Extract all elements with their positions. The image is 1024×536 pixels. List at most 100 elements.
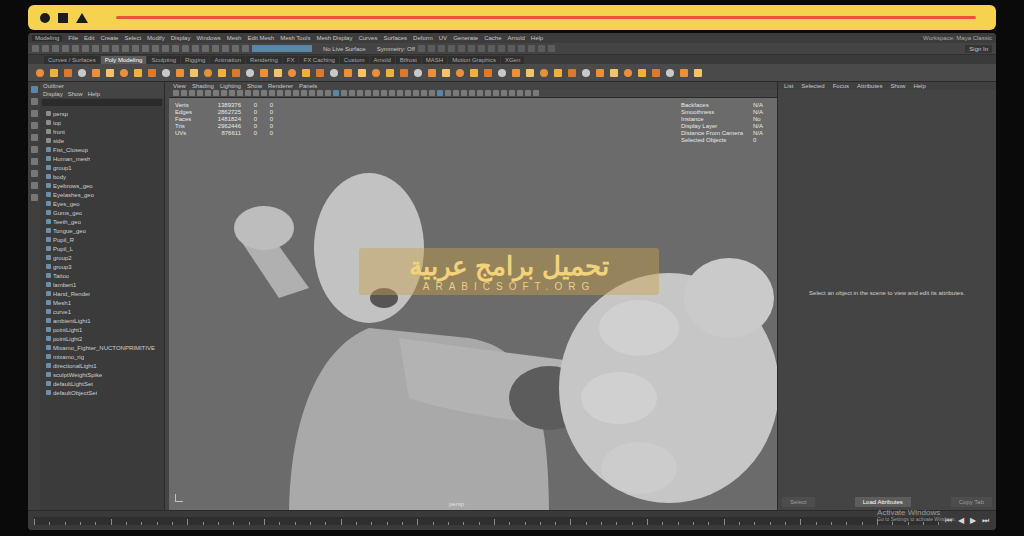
- shelf-tool-icon[interactable]: [386, 69, 394, 77]
- outliner-item[interactable]: body: [53, 174, 66, 180]
- outliner-row[interactable]: Gums_geo: [40, 208, 164, 217]
- tool-icon[interactable]: [31, 134, 38, 141]
- outliner-row[interactable]: Teeth_geo: [40, 217, 164, 226]
- shelf-tool-icon[interactable]: [190, 69, 198, 77]
- outliner-row[interactable]: persp: [40, 109, 164, 118]
- tool-icon[interactable]: [152, 45, 159, 52]
- shelf-tool-icon[interactable]: [134, 69, 142, 77]
- shelf-tool-icon[interactable]: [274, 69, 282, 77]
- shelf-tool-icon[interactable]: [358, 69, 366, 77]
- shelf-tool-icon[interactable]: [470, 69, 478, 77]
- shelf-tool-icon[interactable]: [204, 69, 212, 77]
- view-tool-icon[interactable]: [197, 90, 203, 96]
- shelf-tool-icon[interactable]: [246, 69, 254, 77]
- tool-icon[interactable]: [42, 45, 49, 52]
- outliner-row[interactable]: Mixamo_Fighter_NUCTONPRIMITIVE: [40, 343, 164, 352]
- menu-item[interactable]: Surfaces: [383, 35, 407, 41]
- menu-item[interactable]: Help: [88, 91, 100, 97]
- outliner-row[interactable]: pointLight2: [40, 334, 164, 343]
- shelf-tab[interactable]: Motion Graphics: [448, 56, 500, 64]
- shelf-tab[interactable]: Poly Modeling: [101, 56, 147, 64]
- tool-icon[interactable]: [31, 170, 38, 177]
- tool-icon[interactable]: [548, 45, 555, 52]
- shelf-tool-icon[interactable]: [162, 69, 170, 77]
- tool-icon[interactable]: [142, 45, 149, 52]
- tool-icon[interactable]: [192, 45, 199, 52]
- tool-icon[interactable]: [102, 45, 109, 52]
- outliner-item[interactable]: group1: [53, 165, 72, 171]
- view-tool-icon[interactable]: [237, 90, 243, 96]
- tool-icon[interactable]: [32, 45, 39, 52]
- view-tool-icon[interactable]: [277, 90, 283, 96]
- shelf-tool-icon[interactable]: [232, 69, 240, 77]
- tool-icon[interactable]: [448, 45, 455, 52]
- outliner-item[interactable]: group3: [53, 264, 72, 270]
- menu-item[interactable]: Modify: [147, 35, 165, 41]
- outliner-item[interactable]: Pupil_L: [53, 246, 73, 252]
- shelf-tool-icon[interactable]: [694, 69, 702, 77]
- shelf-tab[interactable]: Sculpting: [147, 56, 180, 64]
- outliner-row[interactable]: group1: [40, 163, 164, 172]
- tool-icon[interactable]: [528, 45, 535, 52]
- mode-dropdown[interactable]: Modeling: [32, 35, 62, 41]
- view-tool-icon[interactable]: [461, 90, 467, 96]
- outliner-row[interactable]: lambert1: [40, 280, 164, 289]
- shelf-tool-icon[interactable]: [484, 69, 492, 77]
- tool-icon[interactable]: [478, 45, 485, 52]
- outliner-row[interactable]: body: [40, 172, 164, 181]
- view-tool-icon[interactable]: [485, 90, 491, 96]
- outliner-row[interactable]: mixamo_rig: [40, 352, 164, 361]
- tool-icon[interactable]: [122, 45, 129, 52]
- view-tool-icon[interactable]: [349, 90, 355, 96]
- view-tool-icon[interactable]: [317, 90, 323, 96]
- view-tool-icon[interactable]: [373, 90, 379, 96]
- view-tool-icon[interactable]: [525, 90, 531, 96]
- outliner-item[interactable]: Tattoo: [53, 273, 69, 279]
- view-tool-icon[interactable]: [173, 90, 179, 96]
- view-tool-icon[interactable]: [269, 90, 275, 96]
- shelf-tool-icon[interactable]: [554, 69, 562, 77]
- tool-icon[interactable]: [212, 45, 219, 52]
- view-tool-icon[interactable]: [397, 90, 403, 96]
- tool-icon[interactable]: [31, 194, 38, 201]
- shelf-tool-icon[interactable]: [148, 69, 156, 77]
- view-tool-icon[interactable]: [309, 90, 315, 96]
- tool-icon[interactable]: [172, 45, 179, 52]
- outliner-row[interactable]: Eyes_geo: [40, 199, 164, 208]
- viewport[interactable]: Verts138937600Edges286272500Faces1481824…: [169, 98, 777, 510]
- view-tool-icon[interactable]: [253, 90, 259, 96]
- tool-icon[interactable]: [132, 45, 139, 52]
- tool-icon[interactable]: [52, 45, 59, 52]
- menu-item[interactable]: View: [173, 83, 186, 89]
- outliner-item[interactable]: Hand_Render: [53, 291, 90, 297]
- outliner-row[interactable]: directionalLight1: [40, 361, 164, 370]
- menu-item[interactable]: Display: [43, 91, 63, 97]
- shelf-tool-icon[interactable]: [330, 69, 338, 77]
- view-tool-icon[interactable]: [245, 90, 251, 96]
- outliner-item[interactable]: sculptWeightSpike: [53, 372, 102, 378]
- view-tool-icon[interactable]: [517, 90, 523, 96]
- menu-item[interactable]: Mesh Display: [316, 35, 352, 41]
- menu-item[interactable]: Panels: [299, 83, 317, 89]
- tool-icon[interactable]: [418, 45, 425, 52]
- shelf-tab[interactable]: Rigging: [181, 56, 209, 64]
- shelf-tool-icon[interactable]: [428, 69, 436, 77]
- shelf-tool-icon[interactable]: [442, 69, 450, 77]
- shelf-tab[interactable]: Custom: [340, 56, 369, 64]
- view-tool-icon[interactable]: [213, 90, 219, 96]
- shelf-tool-icon[interactable]: [498, 69, 506, 77]
- shelf-tool-icon[interactable]: [50, 69, 58, 77]
- shelf-tool-icon[interactable]: [120, 69, 128, 77]
- shelf-tool-icon[interactable]: [456, 69, 464, 77]
- shelf-tool-icon[interactable]: [596, 69, 604, 77]
- view-tool-icon[interactable]: [501, 90, 507, 96]
- shelf-tool-icon[interactable]: [372, 69, 380, 77]
- view-tool-icon[interactable]: [285, 90, 291, 96]
- view-tool-icon[interactable]: [437, 90, 443, 96]
- outliner-item[interactable]: Fist_Closeup: [53, 147, 88, 153]
- shelf-tool-icon[interactable]: [92, 69, 100, 77]
- shelf-tool-icon[interactable]: [106, 69, 114, 77]
- outliner-row[interactable]: defaultObjectSet: [40, 388, 164, 397]
- menu-item[interactable]: Arnold: [508, 35, 525, 41]
- outliner-item[interactable]: Pupil_R: [53, 237, 74, 243]
